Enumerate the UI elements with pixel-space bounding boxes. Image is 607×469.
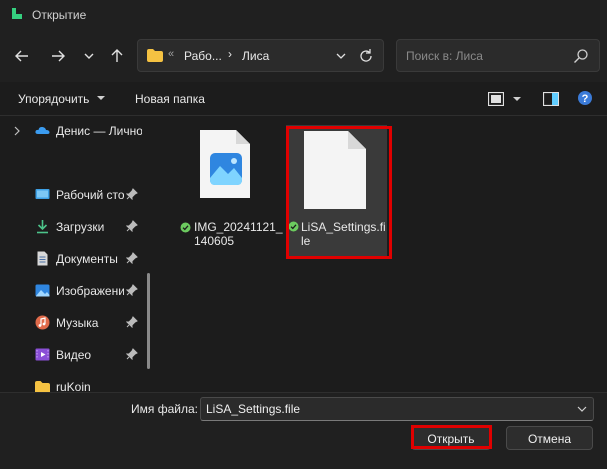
chevron-down-icon [84,53,94,59]
file-item-image[interactable]: IMG_20241121_ 140605 [180,128,283,258]
cancel-button[interactable]: Отмена [506,426,593,450]
arrow-up-icon [111,49,123,62]
file-name-line: IMG_20241121_ [194,220,283,234]
sidebar-item-music[interactable]: Музыка [0,310,150,336]
new-folder-button[interactable]: Новая папка [135,92,205,106]
address-overflow[interactable]: « [168,48,174,60]
search-icon[interactable] [573,48,589,64]
search-field[interactable]: Поиск в: Лиса [396,39,600,72]
video-icon [35,348,50,361]
pin-icon [126,220,138,232]
title-bar: Открытие [0,0,607,30]
sidebar-item-label: Документы [56,252,118,266]
address-segment-current[interactable]: Лиса [242,49,269,63]
sidebar-item-desktop[interactable]: Рабочий стол [0,182,150,208]
recent-locations-button[interactable] [77,44,101,68]
download-icon [37,220,48,234]
search-placeholder[interactable]: Поиск в: Лиса [406,49,483,63]
chevron-down-icon[interactable] [96,93,106,103]
sidebar-item-onedrive[interactable]: Денис — Личное [0,118,150,144]
pin-icon [126,316,138,328]
sidebar-item-videos[interactable]: Видео [0,342,150,368]
window-title: Открытие [32,8,87,22]
pin-icon [126,188,138,200]
organize-button[interactable]: Упорядочить [18,92,89,106]
folder-icon [35,381,50,392]
sidebar-item-label: Видео [56,348,92,362]
back-button[interactable] [10,44,34,68]
pin-icon [126,348,138,360]
svg-text:?: ? [582,93,589,105]
forward-button[interactable] [46,44,70,68]
desktop-icon [35,189,50,199]
sync-status-icon [180,222,191,233]
sidebar-item-documents[interactable]: Документы [0,246,150,272]
address-bar[interactable]: « Рабо... › Лиса [137,39,384,72]
sidebar-item-label: ruKoin [56,380,91,392]
folder-icon [147,49,163,62]
pin-icon [126,284,138,296]
image-file-icon [200,130,250,198]
selection-highlight-annotation [286,126,392,259]
chevron-down-icon[interactable] [577,404,587,414]
documents-icon [37,251,48,266]
cancel-button-label: Отмена [527,432,572,446]
open-button-highlight-annotation [411,425,492,449]
pictures-icon [35,284,50,297]
arrow-right-icon [52,50,65,62]
arrow-left-icon [15,50,28,62]
app-logo-icon [12,8,22,19]
sidebar-scrollbar[interactable] [147,273,150,369]
sidebar-item-label: Музыка [56,316,99,330]
chevron-down-icon[interactable] [512,94,522,104]
address-segment-parent[interactable]: Рабо... [184,49,222,63]
address-dropdown-icon[interactable] [333,48,349,64]
file-name-label: Имя файла: [131,402,198,416]
view-mode-icon[interactable] [488,92,504,106]
music-icon [35,315,50,330]
command-bar: Упорядочить Новая папка ? [0,82,607,116]
navigation-pane: Денис — Личное Рабочий стол Загрузки Док… [0,116,158,392]
sidebar-item-label: Загрузки [56,220,105,234]
up-button[interactable] [105,44,129,68]
sidebar-item-label: Рабочий стол [56,188,124,202]
pin-icon [126,252,138,264]
chevron-right-icon[interactable] [13,126,21,136]
sidebar-item-label: Денис — Личное [56,124,142,138]
refresh-icon[interactable] [357,47,375,65]
sidebar-item-label: Изображения [56,284,124,298]
sidebar-item-pictures[interactable]: Изображения [0,278,150,304]
sidebar-item-downloads[interactable]: Загрузки [0,214,150,240]
address-separator[interactable]: › [228,47,232,61]
file-name-value[interactable]: LiSA_Settings.file [206,402,300,416]
file-name-field[interactable]: LiSA_Settings.file [200,397,594,421]
cloud-icon [35,126,50,134]
preview-pane-icon[interactable] [543,92,559,106]
file-name-line: 140605 [194,234,235,248]
sidebar-item-folder[interactable]: ruKoin [0,374,150,392]
help-icon[interactable]: ? [577,90,593,106]
